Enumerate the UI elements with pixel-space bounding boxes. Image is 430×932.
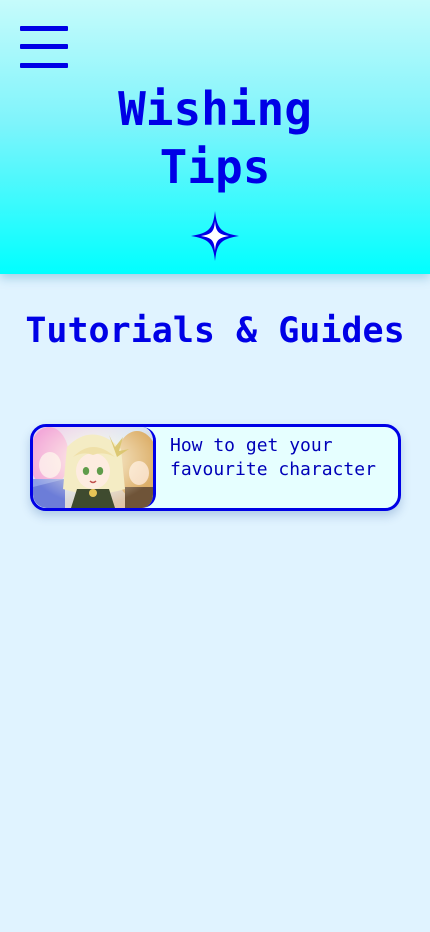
menu-bar-bottom xyxy=(20,63,68,68)
guide-thumbnail xyxy=(33,427,156,508)
menu-bar-top xyxy=(20,26,68,31)
site-header: Wishing Tips xyxy=(0,0,430,274)
guide-title: How to get your favourite character xyxy=(170,435,376,480)
section-title: Tutorials & Guides xyxy=(25,311,405,351)
menu-button[interactable] xyxy=(20,26,68,68)
character-artwork-image xyxy=(33,427,153,508)
sparkle-icon xyxy=(191,211,239,261)
guide-card[interactable]: How to get your favourite character xyxy=(30,424,401,511)
site-title: Wishing Tips xyxy=(118,82,312,194)
menu-bar-middle xyxy=(20,44,68,49)
